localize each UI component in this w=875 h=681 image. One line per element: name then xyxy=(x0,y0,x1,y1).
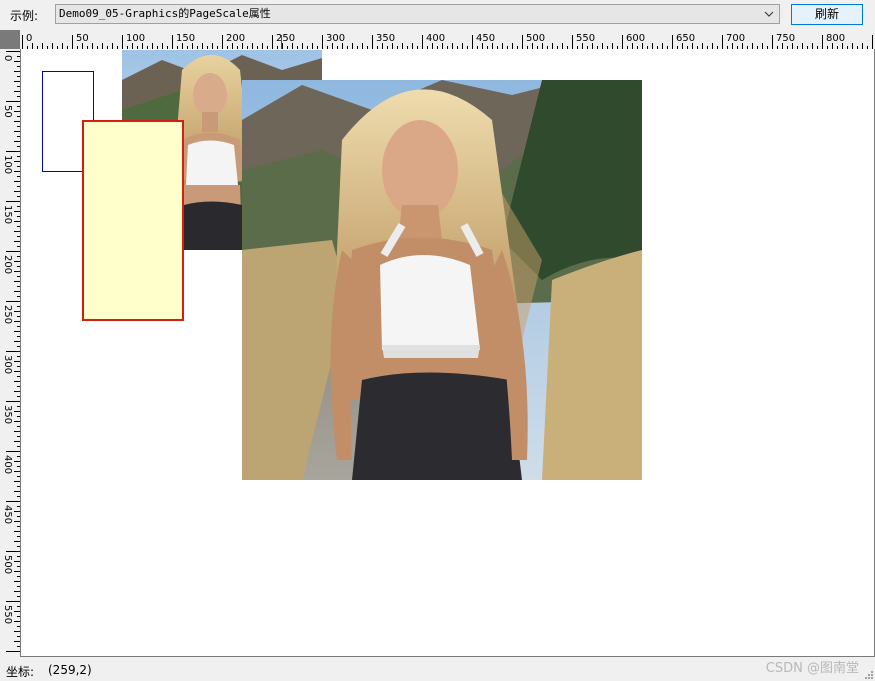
ruler-top-label: 750 xyxy=(776,33,795,44)
ruler-left-label: 0 xyxy=(2,55,13,61)
canvas-frame: 0 50 100 150 200 250 300 350 400 450 500 550 600 650 7… xyxy=(0,30,875,658)
example-label: 示例: xyxy=(10,9,39,23)
ruler-top-label: 600 xyxy=(626,33,645,44)
ruler-top-label: 700 xyxy=(726,33,745,44)
ruler-left-label: 150 xyxy=(2,205,13,224)
photo-large xyxy=(242,80,642,480)
ruler-top-label: 0 xyxy=(26,33,32,44)
ruler-top-label: 100 xyxy=(126,33,145,44)
status-bar: 坐标: (259,2) CSDN @图南堂 xyxy=(0,658,875,681)
watermark: CSDN @图南堂 xyxy=(765,661,859,676)
ruler-top-label: 250 xyxy=(276,33,295,44)
ruler-left-label: 300 xyxy=(2,355,13,374)
ruler-top-label: 550 xyxy=(576,33,595,44)
drawing-canvas[interactable] xyxy=(20,49,875,657)
ruler-left-label: 100 xyxy=(2,155,13,174)
ruler-top-label: 500 xyxy=(526,33,545,44)
ruler-top: 0 50 100 150 200 250 300 350 400 450 500 550 600 650 7… xyxy=(20,30,875,49)
ruler-top-label: 300 xyxy=(326,33,345,44)
resize-grip-icon[interactable] xyxy=(863,669,873,679)
ruler-top-label: 400 xyxy=(426,33,445,44)
ruler-left-label: 450 xyxy=(2,505,13,524)
ruler-left-label: 500 xyxy=(2,555,13,574)
yellow-filled-rectangle xyxy=(82,120,184,321)
chevron-down-icon[interactable] xyxy=(762,5,776,23)
ruler-left-label: 400 xyxy=(2,455,13,474)
ruler-top-label: 350 xyxy=(376,33,395,44)
ruler-left: 0 50 100 150 200 250 300 350 400 450 500 550 xyxy=(0,49,20,657)
example-select-value: Demo09_05-Graphics的PageScale属性 xyxy=(59,7,271,20)
ruler-left-label: 50 xyxy=(2,105,13,118)
example-select[interactable]: Demo09_05-Graphics的PageScale属性 xyxy=(55,4,780,24)
refresh-button[interactable]: 刷新 xyxy=(791,4,863,25)
ruler-top-label: 150 xyxy=(176,33,195,44)
ruler-top-label: 50 xyxy=(76,33,89,44)
ruler-left-label: 200 xyxy=(2,255,13,274)
ruler-top-label: 800 xyxy=(826,33,845,44)
toolbar: 示例: Demo09_05-Graphics的PageScale属性 刷新 xyxy=(0,0,875,30)
ruler-top-label: 200 xyxy=(226,33,245,44)
ruler-left-label: 250 xyxy=(2,305,13,324)
ruler-top-label: 650 xyxy=(676,33,695,44)
ruler-left-label: 350 xyxy=(2,405,13,424)
ruler-corner xyxy=(0,30,20,49)
coordinate-label: 坐标: xyxy=(6,665,35,679)
ruler-top-label: 450 xyxy=(476,33,495,44)
ruler-left-label: 550 xyxy=(2,605,13,624)
coordinate-value: (259,2) xyxy=(48,663,92,677)
